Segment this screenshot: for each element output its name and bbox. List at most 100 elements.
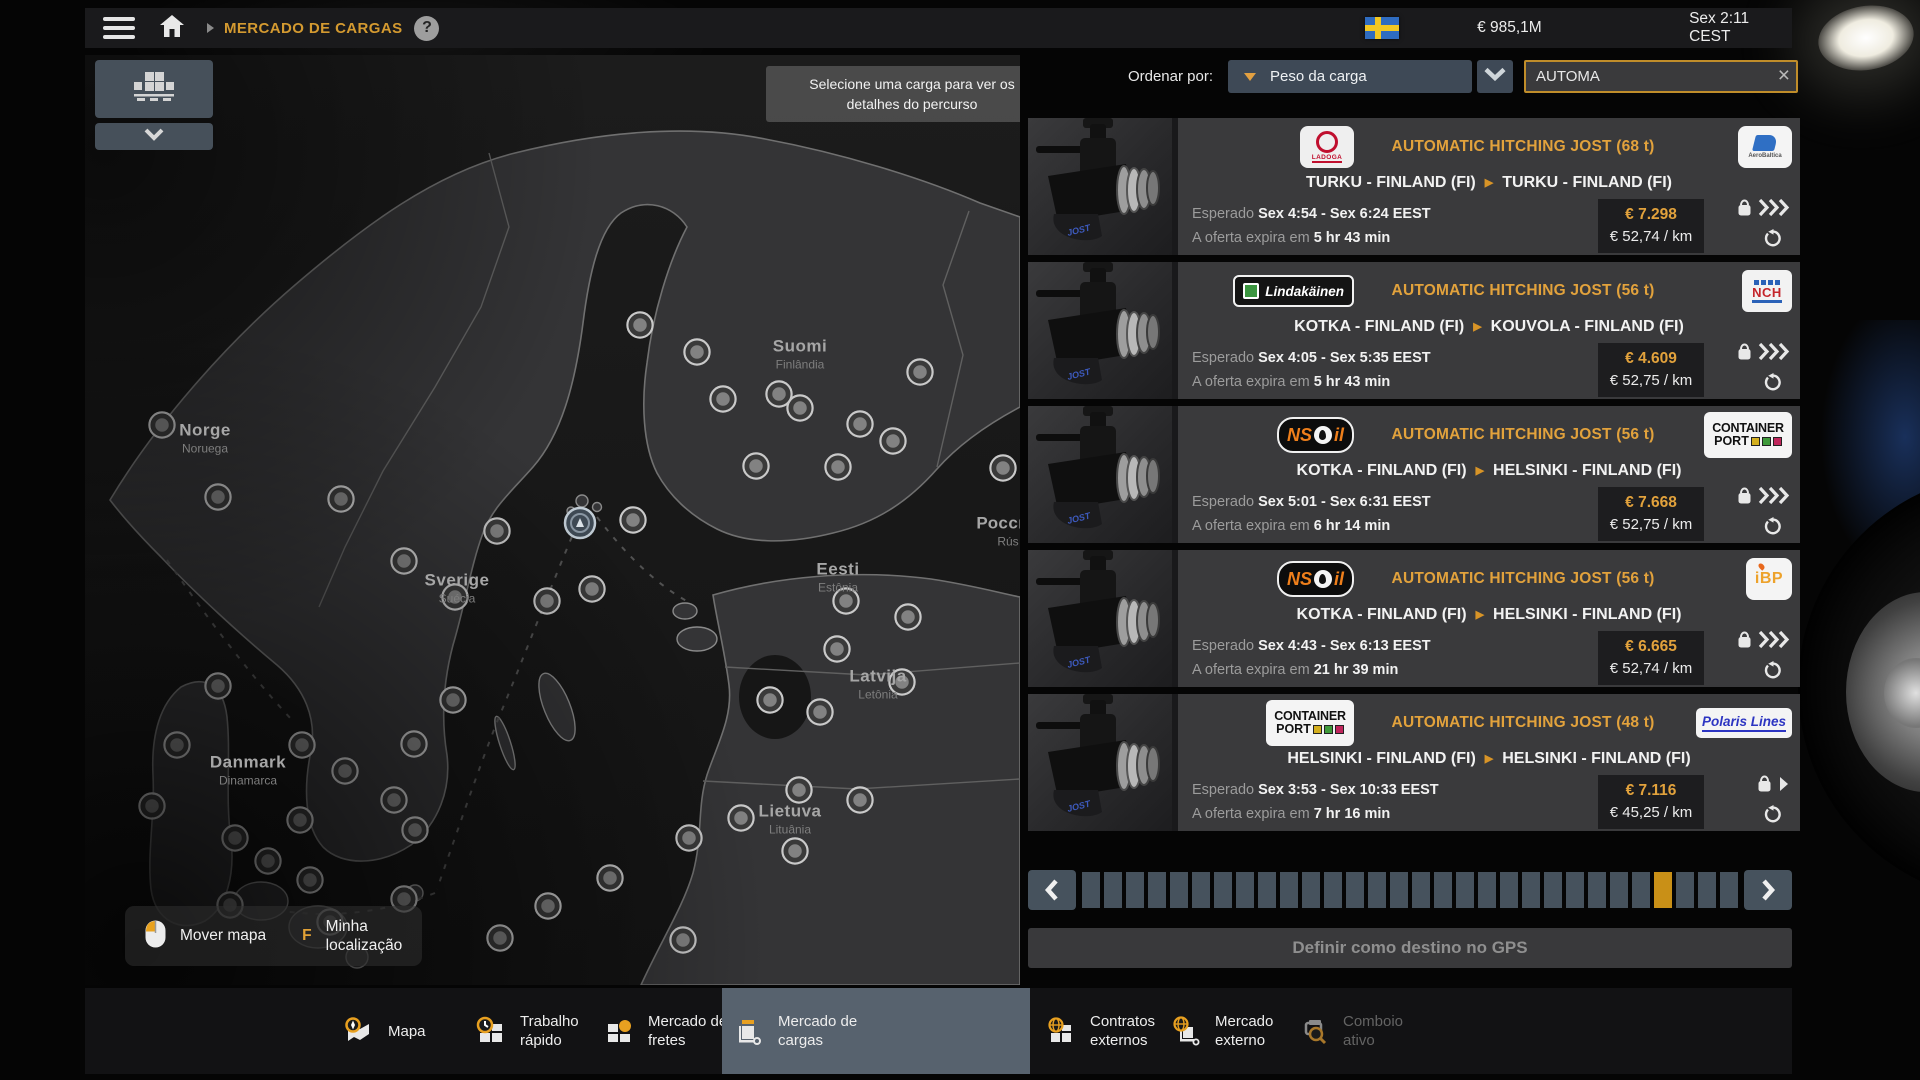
cargo-offer-row[interactable]: JOST CONTAINERPORT AUTOMATIC HITCHING JO… bbox=[1028, 694, 1800, 831]
page-square[interactable] bbox=[1720, 872, 1738, 908]
page-square[interactable] bbox=[1588, 872, 1606, 908]
nav-cargo-market[interactable]: Mercado decargas bbox=[722, 988, 1030, 1074]
route-arrow-icon: ▶ bbox=[1473, 322, 1481, 333]
page-square-active[interactable] bbox=[1654, 872, 1672, 908]
page-square[interactable] bbox=[1676, 872, 1694, 908]
move-map-label[interactable]: Mover mapa bbox=[180, 927, 266, 945]
nav-label: Comboioativo bbox=[1343, 1012, 1403, 1050]
game-time: Sex 2:11 CEST bbox=[1689, 10, 1792, 46]
cargo-price: € 7.668 bbox=[1625, 492, 1677, 514]
nav-quick-job[interactable]: Trabalhorápido bbox=[475, 988, 579, 1074]
page-square[interactable] bbox=[1104, 872, 1122, 908]
city-dot bbox=[534, 588, 559, 613]
clear-search-icon[interactable]: × bbox=[1778, 64, 1790, 88]
page-square[interactable] bbox=[1522, 872, 1540, 908]
page-square[interactable] bbox=[1280, 872, 1298, 908]
city-dot bbox=[895, 604, 920, 629]
page-square[interactable] bbox=[1082, 872, 1100, 908]
page-square[interactable] bbox=[1500, 872, 1518, 908]
city-dot bbox=[620, 507, 645, 532]
cargo-overview-button[interactable] bbox=[95, 60, 213, 118]
cargo-thumbnail: JOST bbox=[1028, 694, 1172, 831]
cargo-offer-row[interactable]: JOST Lindakäinen AUTOMATIC HITCHING JOST… bbox=[1028, 262, 1800, 399]
logo-lindakainen: Lindakäinen bbox=[1233, 275, 1354, 307]
cargo-market-icon bbox=[733, 1015, 765, 1047]
cargo-offer-row[interactable]: JOST NSil AUTOMATIC HITCHING JOST (56 t)… bbox=[1028, 550, 1800, 687]
nav-external-contracts[interactable]: Contratosexternos bbox=[1045, 988, 1155, 1074]
page-square[interactable] bbox=[1258, 872, 1276, 908]
cargo-thumbnail: JOST bbox=[1028, 550, 1172, 687]
next-page-button[interactable] bbox=[1744, 870, 1792, 910]
freight-market-icon bbox=[603, 1015, 635, 1047]
city-dot bbox=[710, 386, 735, 411]
page-square[interactable] bbox=[1412, 872, 1430, 908]
cargo-list-panel: Ordenar por: Peso da carga × JOST LADOGA… bbox=[1028, 55, 1800, 985]
heavy-cargo-icon bbox=[1737, 342, 1752, 366]
nav-label: Trabalhorápido bbox=[520, 1012, 579, 1050]
page-square[interactable] bbox=[1434, 872, 1452, 908]
city-dot bbox=[401, 731, 426, 756]
help-button[interactable]: ? bbox=[414, 16, 439, 41]
page-square[interactable] bbox=[1390, 872, 1408, 908]
nav-map[interactable]: Mapa bbox=[343, 988, 426, 1074]
home-button[interactable] bbox=[159, 13, 185, 43]
sort-label: Ordenar por: bbox=[1028, 68, 1213, 85]
price-per-km: € 52,75 / km bbox=[1610, 514, 1693, 536]
my-location-label[interactable]: Minha localização bbox=[326, 917, 403, 955]
quick-job-icon bbox=[475, 1015, 507, 1047]
price-box: € 7.116 € 45,25 / km bbox=[1598, 775, 1704, 829]
search-input[interactable] bbox=[1524, 60, 1798, 93]
sort-expand-button[interactable] bbox=[1477, 60, 1513, 93]
set-gps-destination-button[interactable]: Definir como destino no GPS bbox=[1028, 928, 1792, 968]
page-square[interactable] bbox=[1192, 872, 1210, 908]
page-square[interactable] bbox=[1698, 872, 1716, 908]
cargo-thumbnail: JOST bbox=[1028, 118, 1172, 255]
player-money: € 985,1M bbox=[1477, 19, 1567, 37]
city-dot bbox=[782, 838, 807, 863]
page-square[interactable] bbox=[1126, 872, 1144, 908]
logo-nsoil: NSil bbox=[1277, 561, 1354, 597]
page-square[interactable] bbox=[1214, 872, 1232, 908]
prev-page-button[interactable] bbox=[1028, 870, 1076, 910]
city-dot bbox=[402, 817, 427, 842]
receiver-logo: NCH bbox=[1692, 270, 1792, 312]
page-square[interactable] bbox=[1324, 872, 1342, 908]
player-location-marker bbox=[565, 508, 595, 538]
page-square[interactable] bbox=[1632, 872, 1650, 908]
shipper-logo: NSil bbox=[1186, 561, 1354, 597]
page-square[interactable] bbox=[1236, 872, 1254, 908]
cargo-offer-row[interactable]: JOST NSil AUTOMATIC HITCHING JOST (56 t)… bbox=[1028, 406, 1800, 543]
page-square[interactable] bbox=[1544, 872, 1562, 908]
pallet-cargo-icon bbox=[131, 71, 177, 108]
city-dot bbox=[990, 455, 1015, 480]
page-square[interactable] bbox=[1170, 872, 1188, 908]
page-square[interactable] bbox=[1610, 872, 1628, 908]
page-square[interactable] bbox=[1478, 872, 1496, 908]
hamburger-menu-button[interactable] bbox=[103, 17, 135, 39]
page-square[interactable] bbox=[1566, 872, 1584, 908]
nav-freight-market[interactable]: Mercado defretes bbox=[603, 988, 727, 1074]
cargo-times: Esperado Sex 4:54 - Sex 6:24 EEST A ofer… bbox=[1186, 202, 1598, 250]
world-map[interactable]: Selecione uma carga para ver os detalhes… bbox=[85, 55, 1020, 985]
receiver-logo: AeroBaltica bbox=[1692, 126, 1792, 168]
cargo-times: Esperado Sex 5:01 - Sex 6:31 EEST A ofer… bbox=[1186, 490, 1598, 538]
page-square[interactable] bbox=[1148, 872, 1166, 908]
nav-label: Mercado decargas bbox=[778, 1012, 857, 1050]
route-arrow-icon: ▶ bbox=[1476, 466, 1484, 477]
cargo-offer-row[interactable]: JOST LADOGA AUTOMATIC HITCHING JOST (68 … bbox=[1028, 118, 1800, 255]
nav-convoy[interactable]: Comboioativo bbox=[1298, 988, 1403, 1074]
collapse-button[interactable] bbox=[95, 123, 213, 150]
gotland-island bbox=[531, 669, 582, 745]
nav-external-market[interactable]: Mercadoexterno bbox=[1170, 988, 1273, 1074]
sort-dropdown[interactable]: Peso da carga bbox=[1228, 60, 1472, 93]
page-square[interactable] bbox=[1368, 872, 1386, 908]
page-square[interactable] bbox=[1456, 872, 1474, 908]
city-dot bbox=[889, 669, 914, 694]
city-dot bbox=[139, 793, 164, 818]
shipper-logo: CONTAINERPORT bbox=[1186, 700, 1354, 746]
city-dot bbox=[786, 777, 811, 802]
page-square[interactable] bbox=[1302, 872, 1320, 908]
receiver-logo: iBP bbox=[1692, 558, 1792, 600]
route-origin: KOTKA - FINLAND (FI) bbox=[1297, 606, 1467, 624]
page-square[interactable] bbox=[1346, 872, 1364, 908]
